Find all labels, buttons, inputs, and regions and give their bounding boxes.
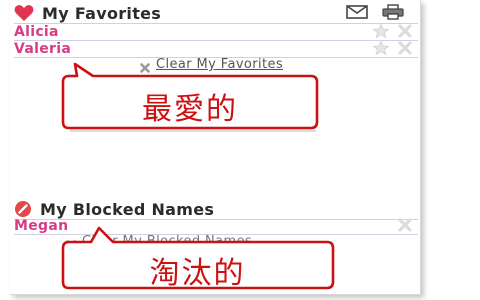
remove-icon[interactable] [396, 24, 414, 38]
remove-icon[interactable] [396, 41, 414, 55]
favorite-row[interactable]: Alicia [14, 23, 418, 41]
blocked-header: My Blocked Names [14, 199, 416, 219]
favorite-row[interactable]: Valeria [14, 40, 418, 58]
block-icon [14, 200, 32, 218]
favorite-row-actions [372, 40, 414, 56]
blocked-row-actions [396, 218, 414, 232]
heart-icon [14, 4, 34, 22]
favorite-row-actions [372, 23, 414, 39]
blocked-callout-text: 淘汰的 [149, 256, 246, 291]
favorites-header: My Favorites [14, 3, 416, 23]
star-icon[interactable] [372, 23, 390, 39]
remove-icon[interactable] [396, 218, 414, 232]
favorite-name[interactable]: Alicia [14, 24, 59, 40]
favorites-callout: 最愛的 [55, 62, 325, 132]
mail-icon[interactable] [346, 4, 368, 20]
favorites-callout-text: 最愛的 [142, 92, 238, 127]
favorite-name[interactable]: Valeria [14, 41, 71, 57]
favorites-tools [346, 4, 404, 20]
blocked-title: My Blocked Names [40, 199, 215, 219]
favorites-title: My Favorites [42, 3, 162, 23]
blocked-callout: 淘汰的 [55, 226, 340, 292]
star-icon[interactable] [372, 40, 390, 56]
print-icon[interactable] [382, 4, 404, 20]
